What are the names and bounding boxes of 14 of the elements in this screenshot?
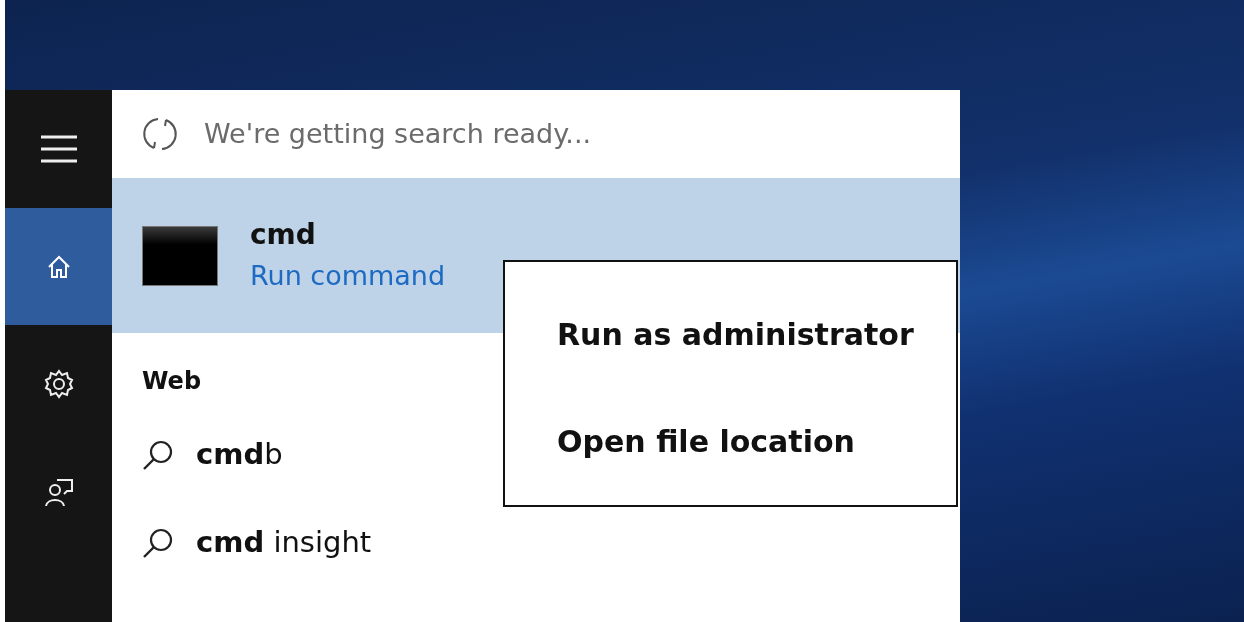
search-field[interactable]: We're getting search ready... [202, 112, 802, 156]
web-suggestion[interactable]: cmdb [196, 433, 283, 477]
section-heading: Web [142, 366, 202, 397]
result-subtitle: Run command [250, 259, 446, 294]
web-suggestion[interactable]: cmd insight [196, 521, 372, 565]
search-icon [142, 527, 174, 559]
result-title: cmd [250, 217, 317, 254]
terminal-icon [142, 225, 218, 286]
search-icon [142, 439, 174, 471]
menu-item[interactable]: Open file location [557, 419, 855, 464]
settings-icon [43, 369, 74, 399]
person-chat-icon [44, 478, 73, 508]
menu-icon [40, 135, 77, 163]
home-icon [46, 254, 71, 279]
